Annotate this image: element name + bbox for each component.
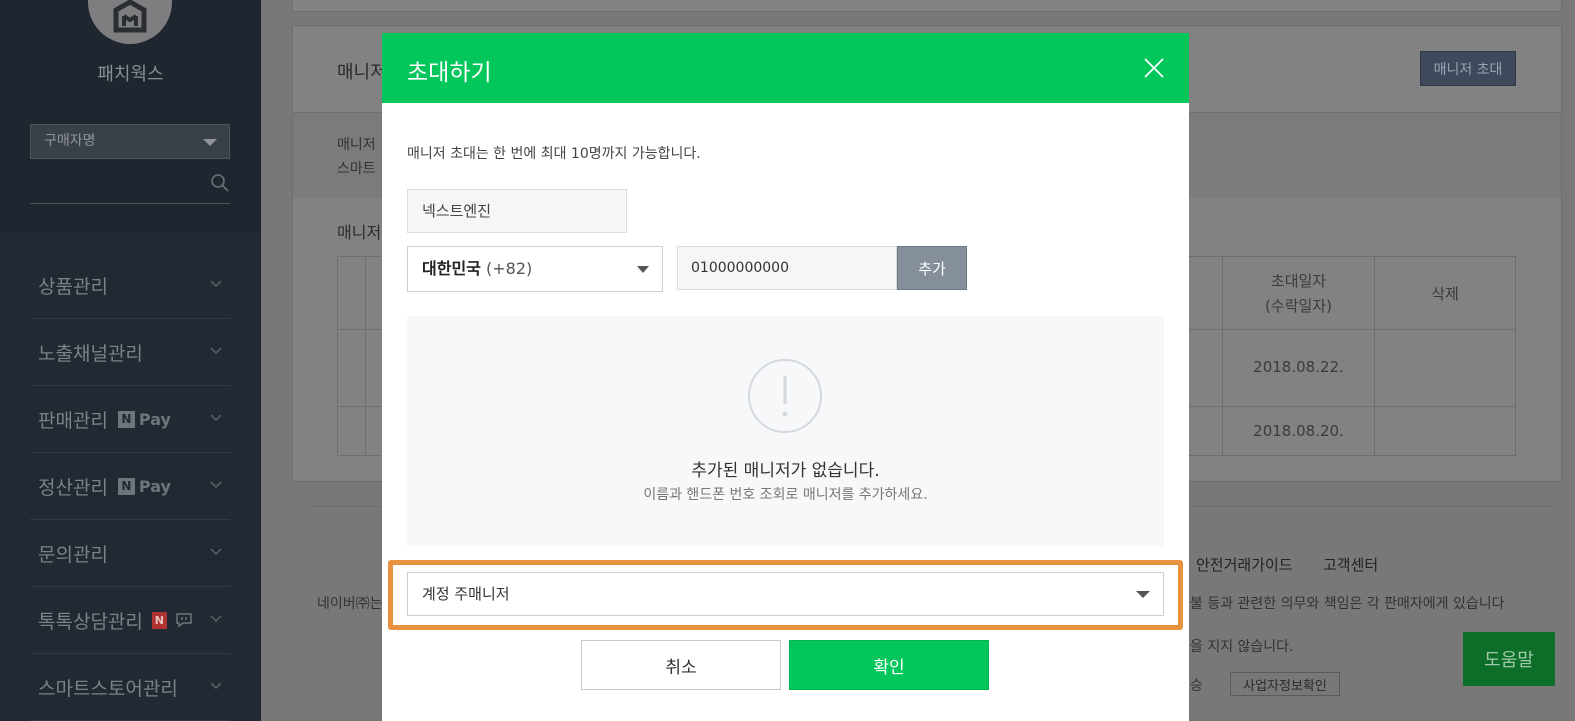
chevron-down-icon (210, 682, 222, 690)
empty-state-subtitle: 이름과 핸드폰 번호 조회로 매니저를 추가하세요. (643, 487, 928, 503)
menu-item-label: 판매관리 (38, 409, 108, 432)
exclamation-icon (748, 359, 822, 433)
chevron-down-icon (210, 481, 222, 489)
search-type-select[interactable]: 구매자명 (30, 124, 230, 159)
search-icon[interactable] (210, 173, 230, 193)
info-text-line2: 스마트 (337, 161, 376, 177)
manager-name-field[interactable]: 넥스트엔진 (407, 189, 627, 233)
cancel-button[interactable]: 취소 (581, 640, 781, 690)
menu-item-label: 노출채널관리 (38, 342, 143, 365)
table-cell-date: 2018.08.20. (1253, 422, 1344, 440)
search-type-value: 구매자명 (44, 133, 96, 149)
chevron-down-icon (210, 414, 222, 422)
chevron-down-icon (637, 266, 649, 273)
menu-item-sales[interactable]: 판매관리 N Pay (30, 386, 230, 453)
menu-item-talktalk[interactable]: 톡톡상담관리 N (30, 587, 230, 654)
chevron-down-icon (210, 548, 222, 556)
country-code-select[interactable]: 대한민국 (+82) (407, 246, 663, 292)
sidebar-menu: 상품관리 노출채널관리 판매관리 N Pay 정산관리 N Pay 문의관리 톡톡상… (30, 252, 230, 721)
menu-item-inquiries[interactable]: 문의관리 (30, 520, 230, 587)
menu-item-label: 톡톡상담관리 (38, 610, 143, 633)
top-card (292, 0, 1562, 12)
invite-modal: 초대하기 매니저 초대는 한 번에 최대 10명까지 가능합니다. 넥스트엔진 … (382, 33, 1189, 721)
footer-text: 을 지지 않습니다. (1190, 639, 1294, 655)
sidebar-search-input[interactable] (30, 170, 230, 204)
npay-badge-label: Pay (138, 476, 171, 496)
menu-item-store-settings[interactable]: 스마트스토어관리 (30, 654, 230, 721)
sidebar: 패치웍스 구매자명 상품관리 노출채널관리 판매관리 N Pay 정산관리 N … (0, 0, 261, 721)
table-col-divider (365, 257, 366, 455)
menu-item-label: 정산관리 (38, 476, 108, 499)
info-text-line1: 매니저 (337, 137, 376, 153)
confirm-button[interactable]: 확인 (789, 640, 989, 690)
manager-role-select[interactable]: 계정 주매니저 (407, 572, 1164, 616)
new-badge: N (151, 611, 167, 629)
business-info-button[interactable]: 사업자정보확인 (1230, 672, 1340, 696)
naver-n-icon: N (117, 410, 135, 428)
store-logo[interactable] (88, 0, 172, 44)
close-icon[interactable] (1143, 57, 1165, 79)
npay-badge: N Pay (117, 476, 171, 496)
menu-item-channels[interactable]: 노출채널관리 (30, 319, 230, 386)
menu-item-label: 스마트스토어관리 (38, 677, 178, 700)
table-cell-date: 2018.08.22. (1253, 358, 1344, 376)
chevron-down-icon (210, 280, 222, 288)
footer-text: 승 (1190, 678, 1203, 694)
chevron-down-icon (1136, 591, 1150, 598)
sidebar-profile-area: 패치웍스 구매자명 (0, 0, 261, 232)
footer-text: 불 등과 관련한 의무와 책임은 각 판매자에게 있습니다 (1190, 596, 1505, 612)
npay-badge: N Pay (117, 409, 171, 429)
naver-n-icon: N (117, 477, 135, 495)
table-header-invite-date: 초대일자 (수락일자) (1223, 269, 1374, 319)
footer-link-customer-center[interactable]: 고객센터 (1323, 554, 1378, 575)
chevron-down-icon (210, 615, 222, 623)
store-name: 패치웍스 (97, 64, 164, 85)
menu-item-products[interactable]: 상품관리 (30, 252, 230, 319)
add-manager-button[interactable]: 추가 (897, 246, 967, 290)
empty-state-title: 추가된 매니저가 없습니다. (691, 461, 880, 481)
modal-description: 매니저 초대는 한 번에 최대 10명까지 가능합니다. (407, 146, 701, 162)
footer-text: 네이버㈜는 (317, 596, 383, 612)
phone-number-field[interactable]: 01000000000 (677, 246, 897, 290)
menu-item-label: 문의관리 (38, 543, 108, 566)
list-title: 매니저 (337, 223, 382, 242)
country-name: 대한민국 (422, 259, 481, 278)
country-code: (+82) (485, 259, 533, 278)
table-header-invite-date-line2: (수락일자) (1265, 297, 1332, 315)
footer-link-safe-trade[interactable]: 안전거래가이드 (1196, 554, 1293, 575)
modal-header: 초대하기 (382, 33, 1189, 103)
chat-bubble-icon (176, 613, 192, 628)
invite-manager-button[interactable]: 매니저 초대 (1420, 51, 1516, 86)
help-button[interactable]: 도움말 (1463, 632, 1555, 686)
chevron-down-icon (210, 347, 222, 355)
section-title: 매니저 (337, 62, 387, 83)
menu-item-settlement[interactable]: 정산관리 N Pay (30, 453, 230, 520)
table-header-delete: 삭제 (1431, 285, 1459, 303)
modal-title: 초대하기 (407, 60, 492, 86)
chevron-down-icon (203, 139, 217, 146)
manager-role-value: 계정 주매니저 (422, 585, 510, 603)
store-logo-icon (113, 0, 147, 33)
empty-state: 추가된 매니저가 없습니다. 이름과 핸드폰 번호 조회로 매니저를 추가하세요… (407, 316, 1164, 546)
menu-item-label: 상품관리 (38, 275, 108, 298)
table-header-invite-date-line1: 초대일자 (1270, 272, 1327, 290)
npay-badge-label: Pay (138, 409, 171, 429)
